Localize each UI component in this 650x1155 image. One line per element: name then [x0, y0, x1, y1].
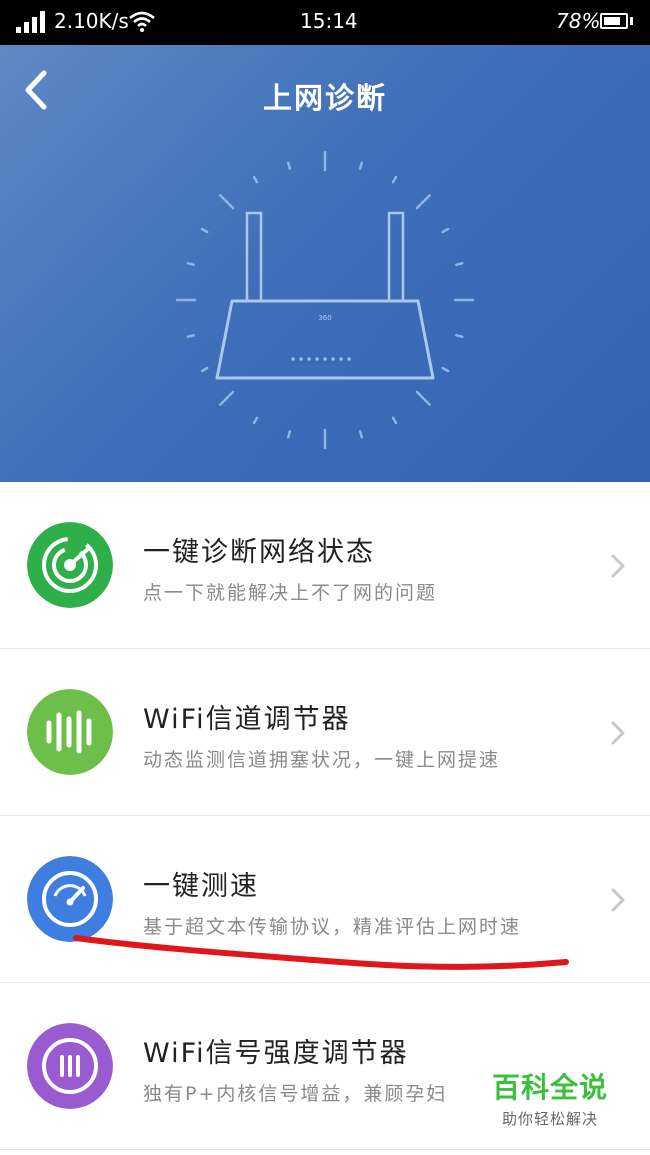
- wifi-icon: [129, 11, 155, 32]
- dial-tick: [455, 261, 464, 267]
- network-speed: 2.10K/s: [54, 9, 129, 33]
- list-item-wifi-channel[interactable]: WiFi信道调节器 动态监测信道拥塞状况，一键上网提速: [0, 649, 650, 816]
- dial-tick: [186, 333, 195, 339]
- signal-strength-icon: [27, 1023, 113, 1109]
- item-subtitle: 动态监测信道拥塞状况，一键上网提速: [143, 749, 501, 771]
- dial-tick: [441, 227, 450, 234]
- page-title: 上网诊断: [262, 81, 387, 115]
- dial-tick: [391, 175, 398, 184]
- chevron-right-icon: [611, 554, 625, 578]
- chevron-right-icon: [611, 888, 625, 912]
- item-subtitle: 点一下就能解决上不了网的问题: [143, 582, 438, 604]
- dial-tick: [219, 194, 235, 210]
- item-title: WiFi信道调节器: [143, 704, 351, 735]
- cell-signal-icon: [16, 11, 45, 33]
- signal-bars-icon: [27, 689, 113, 775]
- watermark-logo: 百科全说 助你轻松解决: [480, 1066, 620, 1129]
- watermark-sub: 助你轻松解决: [501, 1110, 598, 1128]
- list-item-network-diagnosis[interactable]: 一键诊断网络状态 点一下就能解决上不了网的问题: [0, 482, 650, 649]
- dial-tick: [200, 227, 209, 234]
- dial-tick: [219, 390, 235, 406]
- dial-tick: [455, 333, 464, 339]
- dial-tick: [415, 390, 431, 406]
- header: 上网诊断 360: [0, 45, 650, 482]
- battery-percent: 78%: [556, 9, 601, 33]
- item-title: 一键测速: [143, 871, 259, 902]
- chevron-right-icon: [611, 721, 625, 745]
- speedometer-icon: [27, 856, 113, 942]
- dial-tick: [286, 430, 292, 439]
- item-title: 一键诊断网络状态: [143, 537, 375, 568]
- radar-icon: [27, 522, 113, 608]
- item-subtitle: 独有P+内核信号增益，兼顾孕妇: [143, 1083, 448, 1105]
- list-item-speed-test[interactable]: 一键测速 基于超文本传输协议，精准评估上网时速: [0, 816, 650, 983]
- dial-tick: [415, 194, 431, 210]
- clock: 15:14: [300, 9, 358, 33]
- dial-tick: [441, 366, 450, 373]
- dial-tick: [358, 430, 364, 439]
- status-bar: 2.10K/s 15:14 78%: [0, 0, 650, 45]
- dial-tick: [391, 416, 398, 425]
- item-title: WiFi信号强度调节器: [143, 1038, 409, 1069]
- item-subtitle: 基于超文本传输协议，精准评估上网时速: [143, 916, 522, 938]
- router-brand: 360: [318, 314, 331, 322]
- dial-tick: [252, 175, 259, 184]
- dial-tick: [186, 261, 195, 267]
- dial-tick: [358, 161, 364, 170]
- router-icon: 360: [175, 150, 475, 450]
- dial-tick: [252, 416, 259, 425]
- battery-tip: [630, 17, 633, 25]
- dial-tick: [200, 366, 209, 373]
- battery-icon: [600, 13, 628, 29]
- dial-tick: [286, 161, 292, 170]
- watermark-main: 百科全说: [491, 1071, 608, 1104]
